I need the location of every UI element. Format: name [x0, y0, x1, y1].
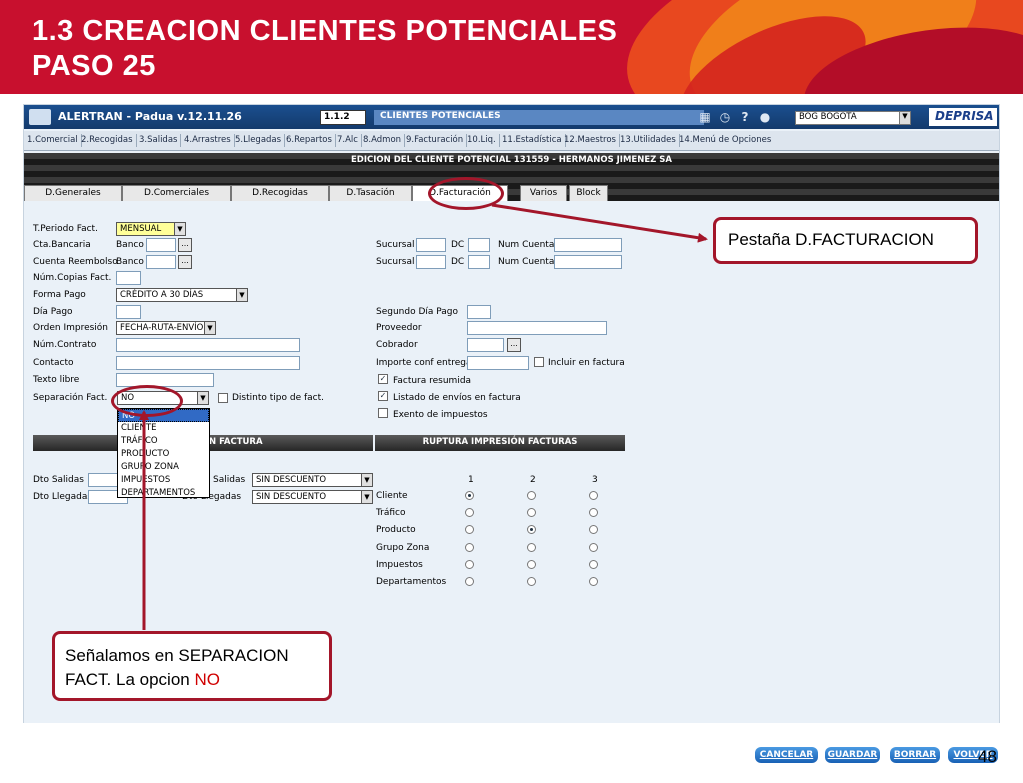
tab-callout-text: Pestaña D.FACTURACION [728, 230, 934, 249]
tab-highlight-oval [428, 177, 504, 210]
tab-callout: Pestaña D.FACTURACION [713, 217, 978, 264]
callout-line1: Señalamos en SEPARACION [65, 646, 289, 665]
callout-highlight: NO [194, 670, 220, 689]
tab-arrow [491, 203, 708, 243]
page-number: 48 [978, 747, 997, 766]
callout-line2-text: FACT. La opcion [65, 670, 195, 689]
separacion-callout: Señalamos en SEPARACION FACT. La opcion … [52, 631, 332, 701]
callout-line2: FACT. La opcion NO [65, 668, 319, 692]
separacion-highlight-oval [111, 385, 183, 417]
